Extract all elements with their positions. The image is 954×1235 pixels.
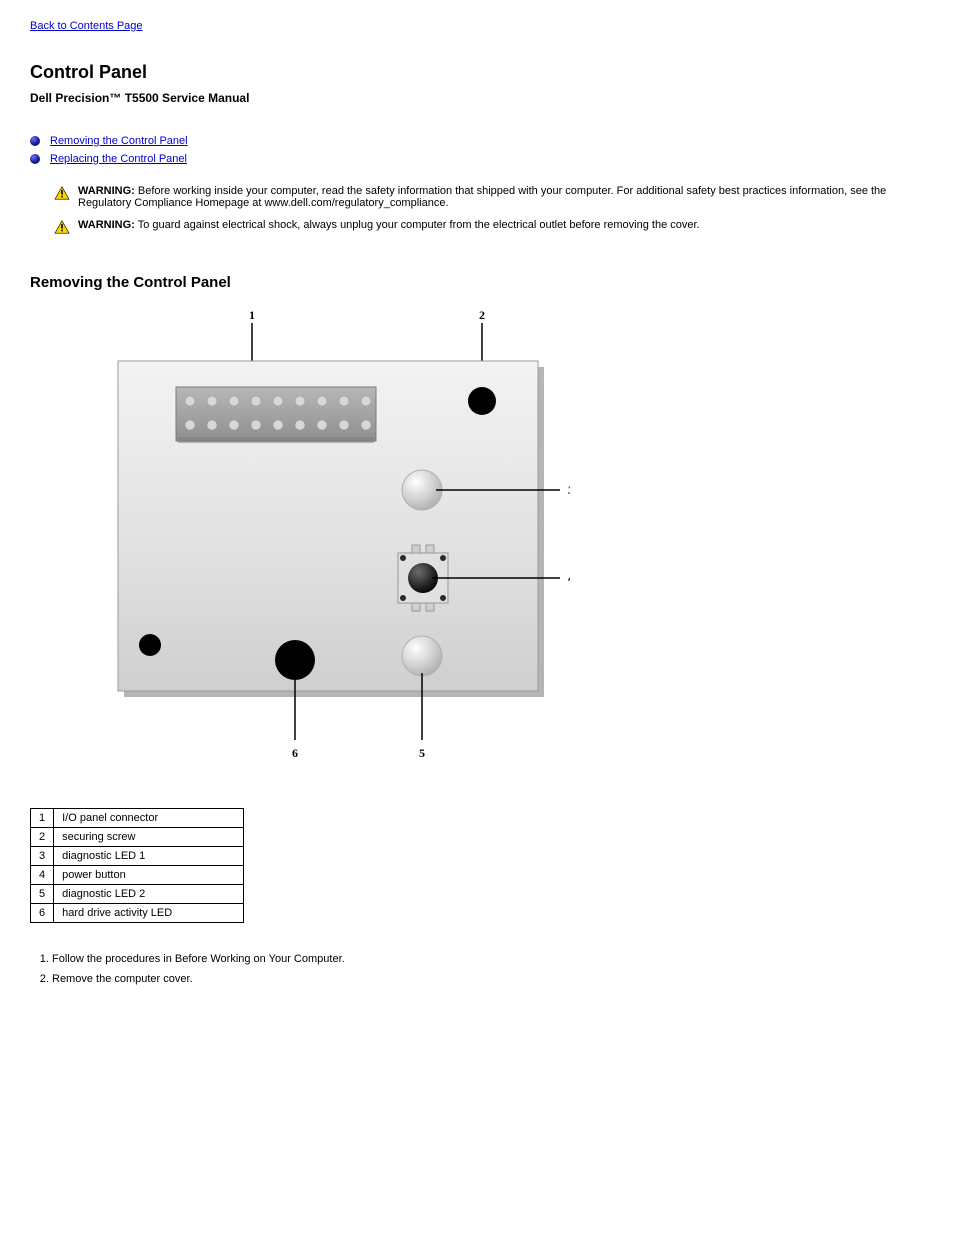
svg-text:1: 1: [249, 308, 255, 322]
warning-icon: [54, 220, 70, 234]
warning-text: WARNING: To guard against electrical sho…: [78, 219, 700, 231]
svg-text:6: 6: [292, 746, 298, 760]
warning-box: WARNING: To guard against electrical sho…: [54, 219, 924, 234]
legend-table: 1I/O panel connector 2securing screw 3di…: [30, 808, 244, 923]
doc-subtitle: Dell Precision™ T5500 Service Manual: [30, 91, 924, 105]
svg-text:3: 3: [568, 483, 570, 497]
back-link[interactable]: Back to Contents Page: [30, 20, 924, 32]
section-heading: Removing the Control Panel: [30, 274, 924, 291]
table-row: 2securing screw: [31, 828, 244, 847]
bullet-icon: [30, 136, 40, 146]
step-item: Remove the computer cover.: [52, 973, 924, 985]
toc-item[interactable]: Replacing the Control Panel: [30, 153, 924, 165]
table-row: 4power button: [31, 866, 244, 885]
table-row: 3diagnostic LED 1: [31, 847, 244, 866]
table-row: 1I/O panel connector: [31, 809, 244, 828]
svg-text:5: 5: [419, 746, 425, 760]
svg-text:2: 2: [479, 308, 485, 322]
procedure: Follow the procedures in Before Working …: [30, 953, 924, 985]
toc-item[interactable]: Removing the Control Panel: [30, 135, 924, 147]
page-title: Control Panel: [30, 62, 924, 83]
toc-link[interactable]: Removing the Control Panel: [50, 135, 188, 147]
svg-text:4: 4: [568, 571, 570, 585]
step-item: Follow the procedures in Before Working …: [52, 953, 924, 965]
bullet-icon: [30, 154, 40, 164]
warning-box: WARNING: Before working inside your comp…: [54, 185, 924, 209]
warning-icon: [54, 186, 70, 200]
toc-list: Removing the Control Panel Replacing the…: [30, 135, 924, 165]
table-row: 5diagnostic LED 2: [31, 885, 244, 904]
table-row: 6hard drive activity LED: [31, 904, 244, 923]
control-panel-diagram: 1 2: [90, 305, 924, 778]
warning-text: WARNING: Before working inside your comp…: [78, 185, 924, 209]
toc-link[interactable]: Replacing the Control Panel: [50, 153, 187, 165]
